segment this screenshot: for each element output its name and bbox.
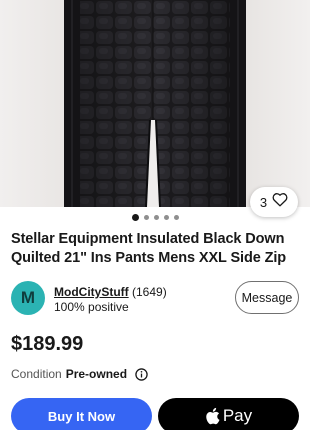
condition-row: Condition Pre-owned <box>11 367 148 381</box>
pants-image <box>64 0 246 207</box>
condition-value: Pre-owned <box>65 367 128 381</box>
seller-name-link[interactable]: ModCityStuff <box>54 285 129 299</box>
apple-logo-icon <box>205 407 220 425</box>
seller-info: M ModCityStuff (1649) 100% positive Mess… <box>11 281 303 317</box>
pagination-dot[interactable] <box>173 215 179 220</box>
seller-name-line: ModCityStuff (1649) <box>54 285 167 299</box>
pagination-dot[interactable] <box>163 215 169 220</box>
pagination-dot[interactable] <box>143 215 149 220</box>
listing-title: Stellar Equipment Insulated Black Down Q… <box>11 231 287 266</box>
seller-avatar[interactable]: M <box>11 281 45 315</box>
image-pagination[interactable] <box>0 214 310 221</box>
price: $189.99 <box>11 333 84 355</box>
message-button[interactable]: Message <box>235 281 299 314</box>
pagination-dot[interactable] <box>153 215 159 220</box>
seller-feedback-count: (1649) <box>132 285 167 299</box>
watch-count: 3 <box>259 194 268 210</box>
condition-label: Condition <box>11 367 62 381</box>
heart-icon <box>272 192 288 212</box>
pagination-dot[interactable] <box>131 214 139 221</box>
buy-it-now-button[interactable]: Buy It Now <box>11 398 152 430</box>
listing-photo[interactable] <box>0 0 310 207</box>
apple-pay-label: Pay <box>222 406 253 425</box>
seller-positive-feedback: 100% positive <box>54 300 129 314</box>
watch-button[interactable]: 3 <box>250 187 298 217</box>
info-icon[interactable] <box>135 367 148 381</box>
apple-pay-button[interactable]: Pay <box>158 398 299 430</box>
